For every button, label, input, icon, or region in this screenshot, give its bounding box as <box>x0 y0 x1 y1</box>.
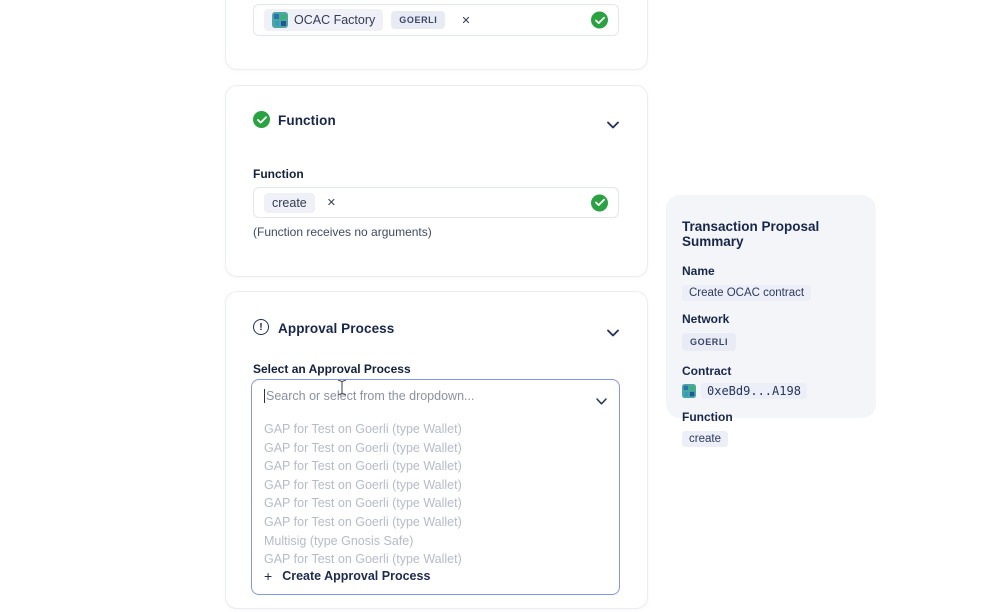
dropdown-option[interactable]: GAP for Test on Goerli (type Wallet) <box>264 494 619 513</box>
selected-function-chip: create <box>264 193 315 213</box>
contract-card: OCAC Factory GOERLI ✕ <box>225 0 648 70</box>
ibeam-mouse-cursor <box>336 379 348 401</box>
selected-contract-name: OCAC Factory <box>294 13 375 27</box>
summary-function-label: Function <box>682 410 860 424</box>
dropdown-option[interactable]: GAP for Test on Goerli (type Wallet) <box>264 550 619 569</box>
dropdown-option[interactable]: GAP for Test on Goerli (type Wallet) <box>264 439 619 458</box>
transaction-summary-panel: Transaction Proposal Summary Name Create… <box>666 195 876 418</box>
page: OCAC Factory GOERLI ✕ Function Function … <box>0 0 1000 612</box>
dropdown-option[interactable]: Multisig (type Gnosis Safe) <box>264 532 619 551</box>
summary-contract-identicon-icon <box>682 384 696 398</box>
summary-contract-address: 0xeBd9...A198 <box>701 383 807 399</box>
approval-card-title: Approval Process <box>278 321 394 336</box>
summary-title: Transaction Proposal Summary <box>682 219 860 249</box>
contract-identicon-icon <box>272 12 288 28</box>
network-badge: GOERLI <box>391 11 445 29</box>
plus-icon: + <box>264 569 272 583</box>
contract-select-field[interactable]: OCAC Factory GOERLI ✕ <box>253 4 619 36</box>
function-collapse-chevron-icon[interactable] <box>607 116 619 134</box>
create-approval-process-label: Create Approval Process <box>282 569 430 583</box>
summary-name-value: Create OCAC contract <box>682 285 811 301</box>
approval-search-input[interactable]: Search or select from the dropdown... <box>252 380 619 412</box>
approval-incomplete-alert-icon: ! <box>253 319 269 335</box>
function-helper-text: (Function receives no arguments) <box>253 225 432 239</box>
approval-options-list: GAP for Test on Goerli (type Wallet)GAP … <box>252 412 619 569</box>
function-valid-check-icon <box>591 194 608 211</box>
contract-valid-check-icon <box>591 12 608 29</box>
function-complete-check-icon <box>253 111 270 128</box>
approval-process-card: ! Approval Process Select an Approval Pr… <box>225 291 648 609</box>
create-approval-process-button[interactable]: + Create Approval Process <box>264 569 430 583</box>
dropdown-option[interactable]: GAP for Test on Goerli (type Wallet) <box>264 513 619 532</box>
function-select-field[interactable]: create ✕ <box>253 187 619 218</box>
summary-network-badge: GOERLI <box>682 333 736 351</box>
text-caret <box>264 389 265 403</box>
dropdown-option[interactable]: GAP for Test on Goerli (type Wallet) <box>264 457 619 476</box>
remove-contract-icon[interactable]: ✕ <box>461 14 470 27</box>
function-card: Function Function create ✕ (Function rec… <box>225 85 648 277</box>
selected-contract-chip: OCAC Factory <box>264 9 383 31</box>
summary-name-label: Name <box>682 264 860 278</box>
remove-function-icon[interactable]: ✕ <box>327 196 336 209</box>
approval-search-placeholder: Search or select from the dropdown... <box>266 389 474 403</box>
dropdown-option[interactable]: GAP for Test on Goerli (type Wallet) <box>264 476 619 495</box>
summary-network-label: Network <box>682 312 860 326</box>
approval-process-dropdown: Search or select from the dropdown... GA… <box>251 379 620 595</box>
approval-field-label: Select an Approval Process <box>253 362 411 376</box>
function-field-label: Function <box>253 167 304 181</box>
summary-contract-label: Contract <box>682 364 860 378</box>
dropdown-chevron-icon[interactable] <box>596 392 607 410</box>
summary-function-value: create <box>682 431 728 447</box>
dropdown-option[interactable]: GAP for Test on Goerli (type Wallet) <box>264 420 619 439</box>
function-card-title: Function <box>278 113 336 128</box>
approval-collapse-chevron-icon[interactable] <box>607 324 619 342</box>
